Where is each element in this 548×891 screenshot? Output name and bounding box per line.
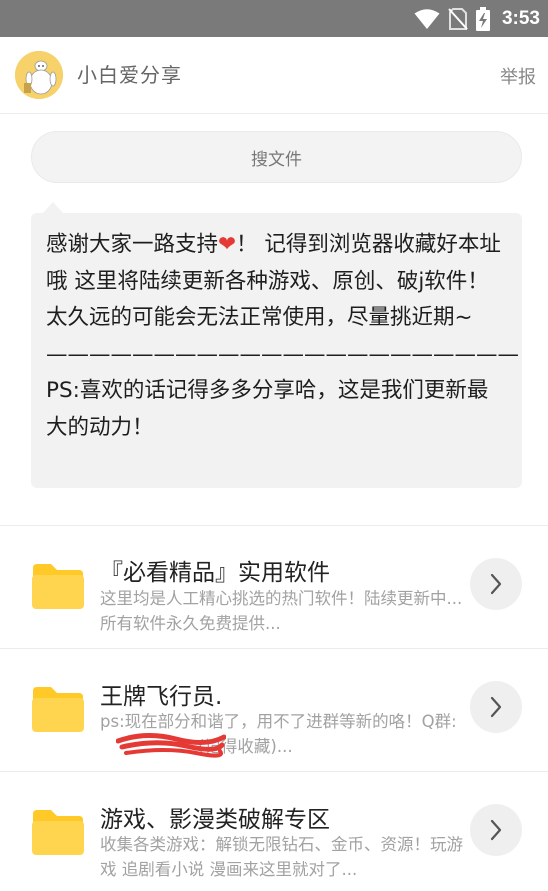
folder-icon: [32, 687, 84, 732]
chevron-right-icon: [490, 573, 502, 595]
folder-title: 游戏、影漫类破解专区: [100, 807, 330, 833]
open-folder-button[interactable]: [470, 681, 522, 733]
folder-title: 『必看精品』实用软件: [100, 560, 330, 586]
search-label: 搜文件: [251, 149, 302, 170]
folder-item[interactable]: 『必看精品』实用软件 这里均是人工精心挑选的热门软件！陆续更新中...所有软件永…: [0, 526, 548, 649]
folder-item[interactable]: 游戏、影漫类破解专区 收集各类游戏：解锁无限钻石、金币、资源！玩游戏 追剧看小说…: [0, 772, 548, 891]
folder-description: 收集各类游戏：解锁无限钻石、金币、资源！玩游戏 追剧看小说 漫画来这里就对了..…: [100, 835, 463, 879]
robot-mascot-icon: [15, 51, 63, 99]
notice-bubble: 感谢大家一路支持❤！ 记得到浏览器收藏好本址哦 这里将陆续更新各种游戏、原创、破…: [31, 213, 522, 488]
heart-icon: ❤: [218, 232, 237, 257]
folder-icon: [32, 810, 84, 855]
shop-name: 小白爱分享: [77, 63, 182, 87]
status-bar: 3:53: [0, 0, 548, 37]
battery-charging-icon: [475, 6, 490, 31]
chevron-right-icon: [490, 696, 502, 718]
notice-text: 感谢大家一路支持❤！ 记得到浏览器收藏好本址哦 这里将陆续更新各种游戏、原创、破…: [46, 227, 519, 446]
wifi-icon: [414, 8, 440, 29]
open-folder-button[interactable]: [470, 558, 522, 610]
no-sim-icon: [448, 7, 468, 30]
chevron-right-icon: [490, 819, 502, 841]
avatar[interactable]: [15, 51, 63, 99]
shop-header: 小白爱分享 举报: [0, 37, 548, 114]
search-files-button[interactable]: 搜文件: [31, 131, 522, 183]
folder-description: 这里均是人工精心挑选的热门软件！陆续更新中...所有软件永久免费提供...: [100, 589, 463, 633]
folder-item[interactable]: 王牌飞行员. ps:现在部分和谐了，用不了进群等新的咯！Q群:(记得收藏)...: [0, 649, 548, 772]
notice-text-start: 感谢大家一路支持: [46, 232, 219, 257]
status-time: 3:53: [501, 7, 540, 29]
notice-text-rest: ！ 记得到浏览器收藏好本址哦 这里将陆续更新各种游戏、原创、破j软件！太久远的可…: [46, 232, 519, 440]
folder-title: 王牌飞行员.: [100, 684, 223, 710]
open-folder-button[interactable]: [470, 804, 522, 856]
status-icons: 3:53: [414, 0, 540, 37]
folder-icon: [32, 564, 84, 609]
redaction-scribble: [116, 733, 226, 758]
report-link[interactable]: 举报: [500, 63, 536, 89]
